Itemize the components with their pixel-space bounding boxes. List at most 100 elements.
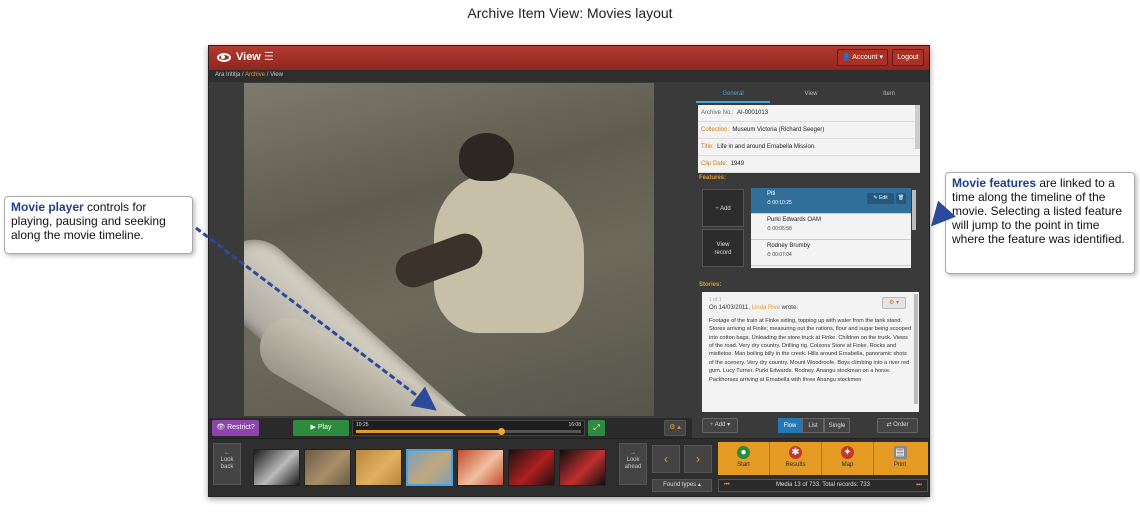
features-scrollbar[interactable]: [912, 190, 916, 230]
media-thumbnail[interactable]: [559, 449, 606, 486]
trash-icon: 🗑: [897, 195, 905, 201]
callout-lead: Movie features: [952, 176, 1037, 190]
info-value: AI-0001013: [737, 110, 769, 116]
arrow-left-icon: ←: [224, 450, 230, 456]
timeline-track[interactable]: [356, 428, 581, 435]
story-date: On 14/03/2011,: [709, 305, 750, 312]
pencil-icon: ✎: [873, 195, 878, 201]
tab-view[interactable]: View: [774, 86, 848, 103]
results-button[interactable]: ✱ Results: [770, 442, 822, 475]
print-label: Print: [893, 462, 907, 468]
found-types-dropdown[interactable]: Found types ▴: [652, 479, 712, 492]
tab-item[interactable]: Item: [852, 86, 926, 103]
feature-item[interactable]: Rodney Brumby ⏱ 00:07:04: [751, 240, 911, 266]
feature-edit-button[interactable]: ✎ Edit: [867, 193, 894, 204]
app-title: View: [236, 51, 261, 63]
previous-item-button[interactable]: ‹: [652, 445, 680, 473]
view-record-label: record: [714, 250, 732, 256]
add-feature-button[interactable]: + Add: [702, 189, 744, 227]
media-thumbnail[interactable]: [355, 449, 402, 486]
feature-delete-button[interactable]: 🗑: [896, 193, 906, 204]
next-item-button[interactable]: ›: [684, 445, 712, 473]
view-mode-flow[interactable]: Flow: [778, 418, 802, 433]
view-record-button[interactable]: View record: [702, 229, 744, 267]
feature-time-value: 00:06:58: [772, 226, 792, 232]
map-label: Map: [841, 462, 854, 468]
media-thumbnail[interactable]: [457, 449, 504, 486]
info-row: Clip Date: 1949: [698, 156, 920, 173]
play-label: Play: [317, 424, 332, 431]
breadcrumb-archive[interactable]: Archive: [245, 72, 265, 78]
story-panel: 1 of 1 On 14/03/2011, Linda Rive wrote: …: [702, 292, 919, 412]
player-settings-dropdown[interactable]: ⚙ ▴: [664, 420, 686, 436]
account-button[interactable]: 👤 Account ▾: [837, 49, 888, 66]
media-thumbnail[interactable]: [253, 449, 300, 486]
movie-features-arrow: [930, 200, 956, 227]
action-bar: ● Start ✱ Results ✦ Map ▤ Print: [718, 442, 928, 475]
tab-general[interactable]: General: [696, 86, 770, 103]
account-label: Account: [852, 54, 878, 61]
look-back-label: Look: [220, 457, 234, 463]
play-icon: ▶: [310, 424, 316, 431]
view-record-label: View: [716, 242, 730, 248]
order-label: Order: [893, 422, 909, 428]
media-thumbnail[interactable]: [406, 449, 453, 486]
pager-status: Media 13 of 733. Total records: 733: [776, 482, 870, 488]
first-record-icon[interactable]: ⏮: [721, 480, 733, 491]
breadcrumb-separator: /: [266, 72, 269, 78]
story-author-link[interactable]: Linda Rive: [752, 305, 780, 311]
feature-item[interactable]: Piti ⏱ 00:10:25 ✎ Edit 🗑: [751, 188, 911, 214]
features-heading: Features:: [699, 175, 727, 181]
look-ahead-label: Look: [626, 457, 640, 463]
feature-time-value: 00:10:25: [772, 200, 792, 206]
story-text: Footage of the train at Finke siding, to…: [709, 317, 912, 383]
restrict-button[interactable]: 👁 Restrict?: [212, 420, 259, 436]
arrow-right-icon: →: [630, 450, 636, 456]
movie-timeline[interactable]: 10:25 16:08: [352, 420, 585, 436]
info-row: Collection: Museum Victoria (Richard See…: [698, 122, 920, 139]
feature-item[interactable]: Purki Edwards OAM ⏱ 00:06:58: [751, 214, 911, 240]
breadcrumb-separator: /: [242, 72, 244, 78]
look-back-button[interactable]: ← Look back: [213, 443, 241, 485]
stories-heading: Stories:: [699, 282, 722, 288]
look-ahead-button[interactable]: → Look ahead: [619, 443, 647, 485]
restrict-label: Restrict?: [227, 424, 255, 431]
add-story-dropdown[interactable]: + Add ▾: [702, 418, 738, 433]
info-panel: General View Item Archive No.: AI-000101…: [694, 83, 929, 438]
features-list: Piti ⏱ 00:10:25 ✎ Edit 🗑 Purki Edwards O…: [751, 188, 911, 268]
caret-down-icon: ▾: [879, 54, 884, 61]
info-tabs: General View Item: [694, 86, 929, 103]
fullscreen-button[interactable]: ⤢: [588, 420, 605, 436]
logout-button[interactable]: Logout: [892, 49, 924, 66]
eye-icon: 👁: [216, 424, 226, 431]
hamburger-menu-icon[interactable]: ☰: [264, 50, 274, 63]
info-scrollbar[interactable]: [915, 105, 920, 149]
movie-player-frame[interactable]: [244, 83, 654, 416]
play-button[interactable]: ▶ Play: [293, 420, 349, 436]
media-thumbnail[interactable]: [508, 449, 555, 486]
last-record-icon[interactable]: ⏭: [913, 480, 925, 491]
media-thumbnail[interactable]: [304, 449, 351, 486]
timeline-seek-handle[interactable]: [498, 428, 506, 435]
record-pager: ⏮ Media 13 of 733. Total records: 733 ⏭: [718, 479, 928, 492]
feature-edit-label: Edit: [878, 195, 888, 201]
timeline-end-time: 16:08: [568, 422, 581, 428]
feature-time: ⏱ 00:07:04: [767, 252, 911, 258]
view-mode-list[interactable]: List: [802, 418, 824, 433]
look-ahead-label: ahead: [624, 464, 642, 470]
clock-icon: ⏱: [767, 200, 771, 206]
map-button[interactable]: ✦ Map: [822, 442, 874, 475]
stories-scrollbar[interactable]: [914, 294, 918, 404]
feature-time: ⏱ 00:06:58: [767, 226, 911, 232]
add-feature-label: Add: [720, 206, 731, 212]
print-button[interactable]: ▤ Print: [874, 442, 926, 475]
movie-player-callout: Movie player controls for playing, pausi…: [4, 196, 193, 254]
view-mode-single[interactable]: Single: [824, 418, 850, 433]
order-button[interactable]: ⇄ Order: [877, 418, 918, 433]
clock-icon: ⏱: [767, 226, 771, 232]
story-settings-dropdown[interactable]: ⚙ ▾: [882, 297, 906, 309]
breadcrumb-root[interactable]: Ara Irititja: [215, 72, 240, 78]
plus-icon: +: [715, 206, 719, 212]
start-button[interactable]: ● Start: [718, 442, 770, 475]
page-heading: Archive Item View: Movies layout: [467, 5, 673, 21]
